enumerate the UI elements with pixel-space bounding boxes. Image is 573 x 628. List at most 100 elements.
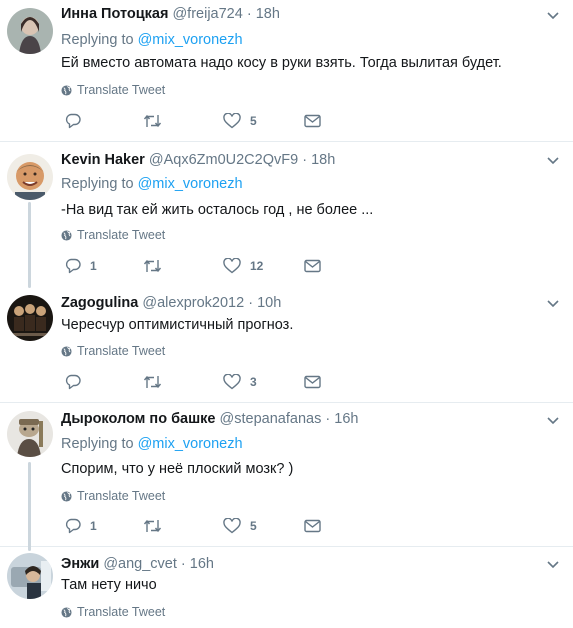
reply-button[interactable] [65,112,90,130]
like-button[interactable]: 3 [223,373,257,391]
tweet[interactable]: Дыроколом по башке @stepanafanas · 16h R… [0,403,573,546]
direct-message-button[interactable] [304,112,321,130]
globe-icon [61,229,72,241]
tweet[interactable]: Инна Потоцкая @freija724 · 18h Replying … [0,0,573,141]
chevron-down-icon [547,157,559,165]
reply-button[interactable]: 1 [65,257,97,275]
mention-link[interactable]: @mix_voronezh [138,176,243,192]
tweet-actions: 1 12 [61,257,391,275]
avatar[interactable] [7,411,53,457]
timestamp[interactable]: 16h [190,556,214,572]
more-options-button[interactable] [547,300,559,308]
retweet-button[interactable] [143,517,171,535]
user-handle[interactable]: @ang_cvet [103,556,177,572]
tweet-text: -На вид так ей жить осталось год , не бо… [61,202,374,218]
mention-link[interactable]: @mix_voronezh [138,436,243,452]
translate-label: Translate Tweet [77,489,166,503]
like-button[interactable]: 5 [223,112,257,130]
mention-link[interactable]: @mix_voronezh [138,32,243,48]
heart-icon [223,374,241,390]
envelope-icon [304,519,321,533]
translate-label: Translate Tweet [77,344,166,358]
envelope-icon [304,375,321,389]
separator-dot: · [325,411,331,427]
translate-tweet-link[interactable]: Translate Tweet [61,83,165,97]
avatar[interactable] [7,154,53,200]
globe-icon [61,345,72,357]
user-handle[interactable]: @alexprok2012 [142,295,244,311]
translate-label: Translate Tweet [77,228,166,242]
reply-button[interactable]: 1 [65,517,97,535]
retweet-icon [143,114,162,128]
tweet-header: Инна Потоцкая @freija724 · 18h [61,6,280,22]
separator-dot: · [180,556,186,572]
reply-button[interactable] [65,373,90,391]
avatar[interactable] [7,8,53,54]
tweet-actions: 1 5 [61,517,391,535]
more-options-button[interactable] [547,417,559,425]
tweet-header: Энжи @ang_cvet · 16h [61,556,214,572]
more-options-button[interactable] [547,561,559,569]
user-handle[interactable]: @stepanafanas [220,411,322,427]
user-handle[interactable]: @freija724 [172,6,242,22]
avatar[interactable] [7,295,53,341]
timestamp[interactable]: 18h [256,6,280,22]
heart-icon [223,258,241,274]
tweet-text: Ей вместо автомата надо косу в руки взят… [61,55,502,71]
retweet-button[interactable] [143,373,171,391]
display-name[interactable]: Энжи [61,556,99,572]
replying-label: Replying to [61,176,134,192]
like-button[interactable]: 12 [223,257,263,275]
retweet-button[interactable] [143,112,171,130]
display-name[interactable]: Zagogulina [61,295,138,311]
separator-dot: · [246,6,252,22]
direct-message-button[interactable] [304,373,321,391]
chevron-down-icon [547,12,559,20]
tweet[interactable]: Kevin Haker @Aqx6Zm0U2C2QvF9 · 18h Reply… [0,142,573,284]
like-count: 12 [250,259,264,273]
direct-message-button[interactable] [304,257,321,275]
like-button[interactable]: 5 [223,517,257,535]
replying-to: Replying to @mix_voronezh [61,32,243,48]
tweet-actions: 5 [61,112,391,130]
more-options-button[interactable] [547,12,559,20]
tweet-header: Дыроколом по башке @stepanafanas · 16h [61,411,358,427]
chevron-down-icon [547,300,559,308]
translate-tweet-link[interactable]: Translate Tweet [61,605,165,619]
tweet[interactable]: Энжи @ang_cvet · 16h Там нету ничо Trans… [0,547,573,628]
replying-label: Replying to [61,32,134,48]
translate-tweet-link[interactable]: Translate Tweet [61,344,165,358]
translate-label: Translate Tweet [77,605,166,619]
timestamp[interactable]: 16h [334,411,358,427]
tweet-text: Там нету ничо [61,577,157,593]
timestamp[interactable]: 18h [311,152,335,168]
avatar[interactable] [7,553,53,599]
display-name[interactable]: Дыроколом по башке [61,411,216,427]
translate-tweet-link[interactable]: Translate Tweet [61,489,165,503]
retweet-button[interactable] [143,257,171,275]
direct-message-button[interactable] [304,517,321,535]
display-name[interactable]: Kevin Haker [61,152,145,168]
translate-tweet-link[interactable]: Translate Tweet [61,228,165,242]
user-handle[interactable]: @Aqx6Zm0U2C2QvF9 [149,152,298,168]
like-count: 5 [250,114,257,128]
more-options-button[interactable] [547,157,559,165]
like-count: 5 [250,519,257,533]
tweet-actions: 3 [61,373,391,391]
separator-dot: · [302,152,308,168]
replying-label: Replying to [61,436,134,452]
chevron-down-icon [547,417,559,425]
display-name[interactable]: Инна Потоцкая [61,6,168,22]
translate-label: Translate Tweet [77,83,166,97]
globe-icon [61,606,72,618]
tweet[interactable]: Zagogulina @alexprok2012 · 10h Чересчур … [0,286,573,402]
reply-icon [65,113,81,129]
tweet-text: Чересчур оптимистичный прогноз. [61,317,294,333]
replying-to: Replying to @mix_voronezh [61,176,243,192]
heart-icon [223,113,241,129]
reply-icon [65,258,81,274]
chevron-down-icon [547,561,559,569]
retweet-icon [143,519,162,533]
reply-icon [65,518,81,534]
timestamp[interactable]: 10h [257,295,281,311]
